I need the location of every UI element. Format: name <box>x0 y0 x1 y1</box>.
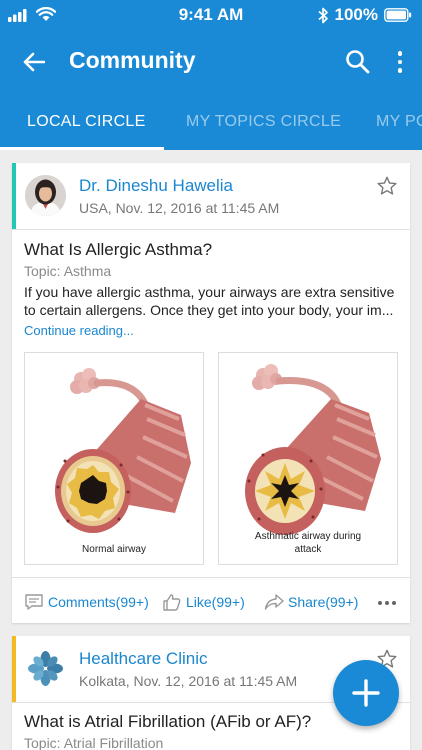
more-dot <box>392 601 396 605</box>
back-button[interactable] <box>18 48 50 76</box>
active-tab-indicator <box>0 147 164 150</box>
status-bar: 9:41 AM 100% <box>0 0 422 30</box>
share-icon <box>264 594 284 610</box>
post-meta: USA, Nov. 12, 2016 at 11:45 AM <box>79 200 280 216</box>
image-caption: Asthmatic airway during attack <box>254 531 362 555</box>
app-bar: Community <box>0 30 422 94</box>
bluetooth-icon <box>317 7 328 23</box>
comments-label: Comments(99+) <box>48 594 149 610</box>
post-topic: Topic: Atrial Fibrillation <box>24 735 164 750</box>
tab-bar: LOCAL CIRCLE MY TOPICS CIRCLE MY PO <box>0 94 422 150</box>
page-title: Community <box>69 47 196 73</box>
share-label: Share(99+) <box>288 594 359 610</box>
post-actions: Comments(99+) Like(99+) Share(99+) <box>12 587 410 623</box>
doctor-avatar-icon <box>25 175 66 216</box>
tab-my-topics-circle[interactable]: MY TOPICS CIRCLE <box>186 94 341 150</box>
post-card[interactable]: Dr. Dineshu Hawelia USA, Nov. 12, 2016 a… <box>12 163 410 623</box>
normal-airway-illustration <box>55 368 191 533</box>
like-label: Like(99+) <box>186 594 245 610</box>
post-topic: Topic: Asthma <box>24 263 112 279</box>
post-meta: Kolkata, Nov. 12, 2016 at 11:45 AM <box>79 673 298 689</box>
arrow-back-icon <box>23 52 45 72</box>
overflow-menu-button[interactable] <box>392 48 408 76</box>
battery-percent: 100% <box>334 5 378 24</box>
star-outline-icon <box>377 176 397 195</box>
image-caption: Normal airway <box>82 544 146 555</box>
status-right: 100% <box>317 5 412 25</box>
clinic-logo-icon <box>28 651 63 686</box>
like-button[interactable]: Like(99+) <box>162 593 245 611</box>
comments-button[interactable]: Comments(99+) <box>24 593 149 611</box>
continue-reading-link[interactable]: Continue reading... <box>24 323 134 338</box>
avatar[interactable] <box>25 648 66 689</box>
avatar[interactable] <box>25 175 66 216</box>
tab-my-posts[interactable]: MY PO <box>376 94 422 150</box>
more-dot <box>385 601 389 605</box>
post-author[interactable]: Dr. Dineshu Hawelia <box>79 176 233 196</box>
battery-icon <box>384 8 412 22</box>
post-more-button[interactable] <box>378 601 396 605</box>
thumbs-up-icon <box>163 594 181 611</box>
overflow-dot <box>397 59 403 65</box>
overflow-dot <box>397 51 403 56</box>
post-excerpt: If you have allergic asthma, your airway… <box>24 284 395 318</box>
divider <box>12 229 410 230</box>
comment-icon <box>25 594 43 610</box>
favorite-button[interactable] <box>376 175 398 197</box>
tab-local-circle[interactable]: LOCAL CIRCLE <box>27 94 146 150</box>
card-accent-bar <box>12 163 16 229</box>
card-accent-bar <box>12 636 16 702</box>
divider <box>12 577 410 578</box>
share-button[interactable]: Share(99+) <box>264 593 358 611</box>
more-dot <box>378 601 382 605</box>
search-button[interactable] <box>344 48 372 76</box>
plus-icon <box>352 679 380 707</box>
post-image-normal-airway[interactable]: Normal airway <box>24 352 204 565</box>
post-author[interactable]: Healthcare Clinic <box>79 649 208 669</box>
search-icon <box>346 50 370 74</box>
post-title[interactable]: What Is Allergic Asthma? <box>24 240 212 260</box>
post-image-asthmatic-airway[interactable]: Asthmatic airway during attack <box>218 352 398 565</box>
post-title[interactable]: What is Atrial Fibrillation (AFib or AF)… <box>24 712 311 732</box>
overflow-dot <box>397 68 403 73</box>
add-post-button[interactable] <box>333 660 399 726</box>
